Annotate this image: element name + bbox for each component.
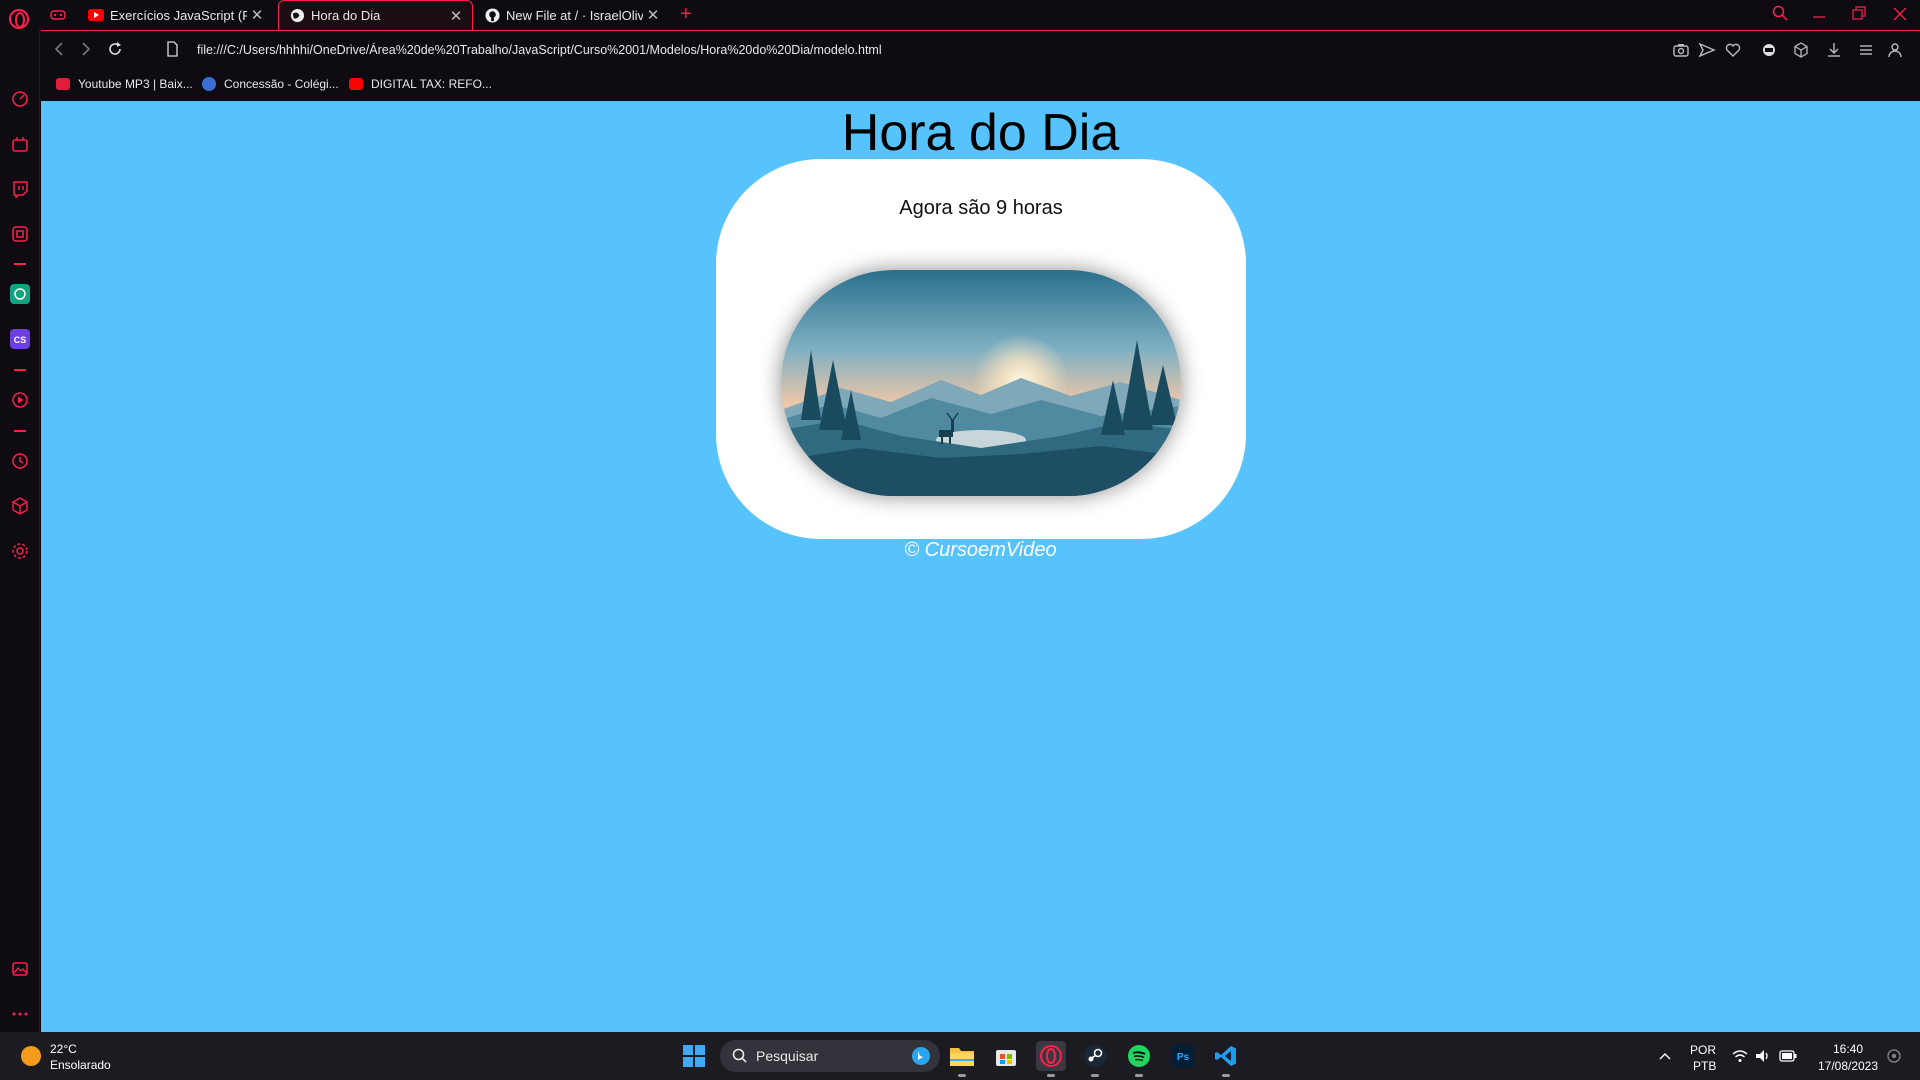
sidebar: CS: [0, 30, 40, 1032]
gx-control-icon[interactable]: [10, 134, 30, 154]
tab-close-icon[interactable]: ✕: [643, 6, 663, 24]
bookmark-label: Youtube MP3 | Baix...: [78, 77, 193, 91]
bookmark-youtube-mp3[interactable]: Youtube MP3 | Baix...: [56, 77, 193, 91]
bookmark-digital-tax[interactable]: DIGITAL TAX: REFO...: [349, 77, 492, 91]
start-icon[interactable]: [679, 1041, 709, 1071]
close-window-icon[interactable]: [1893, 5, 1907, 21]
profile-icon[interactable]: [1886, 41, 1904, 59]
tab-strip: Exercícios JavaScript (Parte ✕ Hora do D…: [0, 0, 1920, 30]
bookmark-label: DIGITAL TAX: REFO...: [371, 77, 492, 91]
github-icon: [484, 7, 500, 23]
running-indicator: [958, 1074, 966, 1077]
snapshot-camera-icon[interactable]: [1672, 41, 1690, 59]
page-info-icon[interactable]: [166, 41, 179, 62]
running-indicator: [1222, 1074, 1230, 1077]
bookmark-concessao[interactable]: Concessão - Colégi...: [202, 77, 339, 91]
tab-new-file-github[interactable]: New File at / · IsraelOliver/ ✕: [474, 0, 669, 30]
windows-taskbar: 22°C Ensolarado Pesquisar Ps POR PTB 16:…: [0, 1032, 1920, 1080]
opera-gx-icon[interactable]: [1036, 1041, 1066, 1077]
url-field[interactable]: file:///C:/Users/hhhhi/OneDrive/Área%20d…: [197, 43, 882, 57]
time-card: Agora são 9 horas: [716, 159, 1246, 539]
vscode-icon[interactable]: [1211, 1041, 1241, 1077]
school-logo-icon: [202, 77, 216, 91]
bookmark-heart-icon[interactable]: [1724, 41, 1742, 59]
address-toolbar: file:///C:/Users/hhhhi/OneDrive/Área%20d…: [41, 30, 1920, 70]
twitch-icon[interactable]: [10, 179, 30, 199]
youtube-mp3-icon: [56, 78, 70, 90]
volume-icon[interactable]: [1755, 1049, 1771, 1063]
download-icon[interactable]: [1825, 41, 1843, 59]
new-tab-button[interactable]: +: [680, 3, 692, 26]
restore-icon[interactable]: [1852, 5, 1866, 21]
youtube-icon: [349, 78, 363, 90]
tab-title: New File at / · IsraelOliver/: [506, 7, 643, 23]
weather-description[interactable]: Ensolarado: [50, 1058, 111, 1072]
youtube-icon: [88, 7, 104, 23]
clock-date[interactable]: 17/08/2023: [1814, 1059, 1882, 1073]
gx-corner-icon[interactable]: [50, 7, 66, 23]
minimize-icon[interactable]: [1812, 5, 1826, 21]
tab-title: Exercícios JavaScript (Parte: [110, 7, 247, 23]
chevron-up-icon[interactable]: [1659, 1051, 1671, 1061]
steam-icon[interactable]: [1080, 1041, 1110, 1077]
history-icon[interactable]: [10, 451, 30, 471]
running-indicator: [1091, 1074, 1099, 1077]
wallpaper-icon[interactable]: [10, 959, 30, 979]
spotify-icon[interactable]: [1124, 1041, 1154, 1077]
file-explorer-icon[interactable]: [947, 1041, 977, 1077]
reload-icon[interactable]: [107, 41, 123, 62]
more-options-icon[interactable]: [10, 1004, 30, 1024]
running-indicator: [1135, 1074, 1143, 1077]
tab-close-icon[interactable]: ✕: [247, 6, 267, 24]
bookmarks-bar: Youtube MP3 | Baix... Concessão - Colégi…: [41, 70, 1920, 101]
bing-icon[interactable]: [912, 1047, 930, 1065]
battery-icon[interactable]: [1779, 1050, 1797, 1062]
sidebar-divider: [14, 430, 26, 432]
tab-hora-do-dia[interactable]: Hora do Dia ✕: [278, 0, 473, 30]
svg-text:CS: CS: [14, 335, 27, 345]
weather-temperature[interactable]: 22°C: [50, 1042, 77, 1056]
page-footer: © CursoemVideo: [904, 539, 1057, 561]
vpn-extension-icon[interactable]: [1760, 41, 1778, 59]
search-icon: [732, 1048, 747, 1063]
wifi-icon[interactable]: [1732, 1049, 1748, 1063]
sidebar-divider: [14, 369, 26, 371]
weather-sun-icon[interactable]: [21, 1046, 41, 1066]
search-tabs-icon[interactable]: [1772, 5, 1788, 21]
player-icon[interactable]: [10, 390, 30, 410]
globe-icon: [289, 8, 305, 24]
morning-landscape-image: [781, 270, 1181, 496]
extensions-cube-icon[interactable]: [10, 496, 30, 516]
speed-dial-icon[interactable]: [10, 89, 30, 109]
tab-close-icon[interactable]: ✕: [446, 7, 466, 25]
sidebar-divider: [14, 263, 26, 265]
clock-time[interactable]: 16:40: [1814, 1042, 1882, 1056]
back-icon[interactable]: [52, 41, 66, 62]
page-title: Hora do Dia: [841, 104, 1120, 162]
extensions-cube-icon[interactable]: [1792, 41, 1810, 59]
keyboard-layout[interactable]: PTB: [1693, 1059, 1716, 1073]
send-icon[interactable]: [1698, 41, 1716, 59]
svg-text:Ps: Ps: [1177, 1052, 1190, 1063]
easy-setup-menu-icon[interactable]: [1857, 41, 1875, 59]
opera-gx-logo-icon[interactable]: [9, 9, 29, 29]
photoshop-icon[interactable]: Ps: [1168, 1041, 1198, 1071]
chatsonic-icon[interactable]: CS: [10, 329, 30, 349]
page-viewport: Hora do Dia Agora são 9 horas © CursoemV…: [41, 101, 1920, 1032]
settings-gear-icon[interactable]: [10, 541, 30, 561]
bookmark-label: Concessão - Colégi...: [224, 77, 339, 91]
gx-corner-icon[interactable]: [10, 224, 30, 244]
tab-title: Hora do Dia: [311, 8, 381, 23]
tab-exercicios-javascript[interactable]: Exercícios JavaScript (Parte ✕: [78, 0, 273, 30]
running-indicator: [1047, 1074, 1055, 1077]
forward-icon[interactable]: [79, 41, 93, 62]
search-placeholder: Pesquisar: [756, 1048, 819, 1064]
notification-icon[interactable]: [1887, 1049, 1901, 1063]
chatgpt-icon[interactable]: [10, 284, 30, 304]
taskbar-search[interactable]: Pesquisar: [720, 1040, 940, 1072]
input-language[interactable]: POR: [1690, 1043, 1716, 1057]
time-message: Agora são 9 horas: [899, 197, 1063, 219]
store-icon[interactable]: [991, 1041, 1021, 1071]
